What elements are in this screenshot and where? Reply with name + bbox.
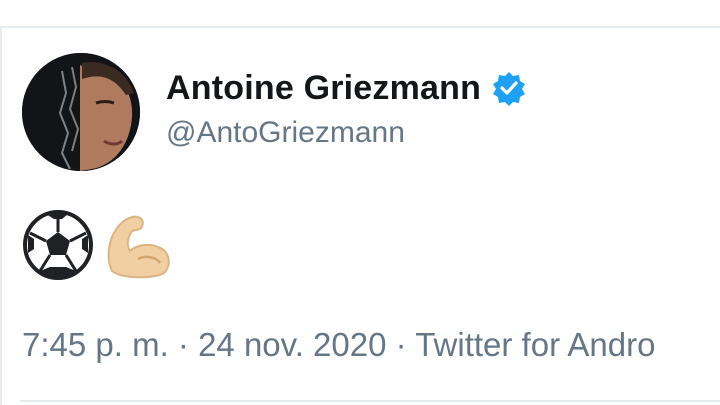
author-handle[interactable]: @AntoGriezmann [166,116,405,150]
meta-separator: · [386,326,416,363]
tweet-timestamp-date[interactable]: 24 nov. 2020 [198,326,386,363]
tweet-text [22,208,174,282]
top-divider [0,26,720,28]
meta-separator: · [168,326,199,363]
author-display-name[interactable]: Antoine Griezmann [166,69,481,108]
profile-photo-icon [22,53,140,171]
tweet-metadata: 7:45 p. m. · 24 nov. 2020 · Twitter for … [22,326,720,364]
tweet-source-link[interactable]: Twitter for Andro [415,326,655,363]
bottom-divider [20,400,720,402]
left-divider [0,26,2,405]
author-name-row: Antoine Griezmann [166,66,527,110]
verified-badge-icon [491,70,527,106]
flexed-biceps-icon [102,209,174,281]
soccer-ball-icon [22,209,94,281]
tweet-timestamp-time[interactable]: 7:45 p. m. [22,326,169,363]
avatar[interactable] [22,53,140,171]
